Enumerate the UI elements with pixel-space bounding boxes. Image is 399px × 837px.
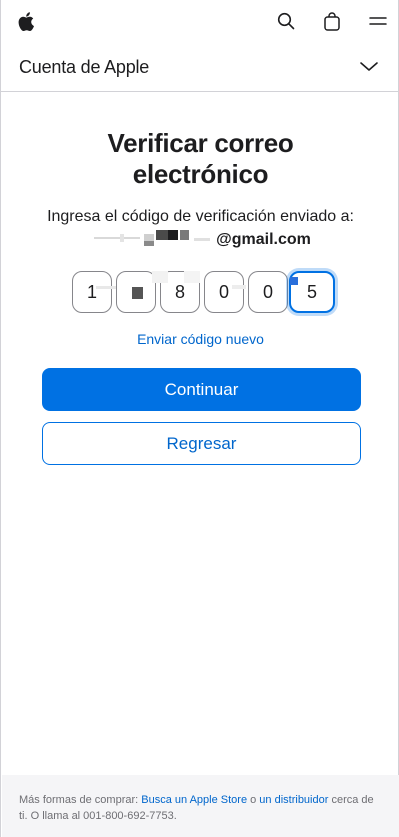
page-title-line1: Verificar correo	[107, 128, 294, 158]
code-digit-6[interactable]	[289, 271, 335, 313]
email-suffix: @gmail.com	[216, 231, 311, 248]
verification-code-input	[72, 271, 335, 313]
page-title-line2: electrónico	[132, 159, 269, 189]
email-address: @gmail.com	[1, 230, 399, 250]
resend-code-link[interactable]: Enviar código nuevo	[1, 330, 399, 348]
footer-text: Más formas de comprar:	[19, 794, 142, 806]
localnav-title[interactable]: Cuenta de Apple	[19, 57, 149, 78]
search-icon[interactable]	[275, 10, 297, 32]
email-redaction	[90, 230, 214, 246]
reseller-link[interactable]: un distribuidor	[259, 794, 328, 806]
page-frame: Cuenta de Apple Verificar correo electró…	[0, 0, 399, 837]
code-digit-3[interactable]	[160, 271, 200, 313]
instruction-text: Ingresa el código de verificación enviad…	[47, 208, 354, 225]
continue-button[interactable]: Continuar	[42, 368, 361, 411]
menu-icon[interactable]	[367, 10, 389, 32]
chevron-down-icon[interactable]	[357, 58, 381, 76]
find-store-link[interactable]: Busca un Apple Store	[141, 794, 247, 806]
code-digit-5[interactable]	[248, 271, 288, 313]
footer-text: o	[247, 794, 260, 806]
code-digit-2[interactable]	[116, 271, 156, 313]
page-title: Verificar correo electrónico	[1, 128, 399, 190]
apple-logo-icon[interactable]	[15, 10, 37, 32]
code-digit-4[interactable]	[204, 271, 244, 313]
code-digit-1[interactable]	[72, 271, 112, 313]
back-button[interactable]: Regresar	[42, 422, 361, 465]
footer: Más formas de comprar: Busca un Apple St…	[2, 775, 399, 837]
global-nav	[1, 0, 399, 42]
bag-icon[interactable]	[321, 10, 343, 32]
local-nav: Cuenta de Apple	[1, 42, 399, 92]
